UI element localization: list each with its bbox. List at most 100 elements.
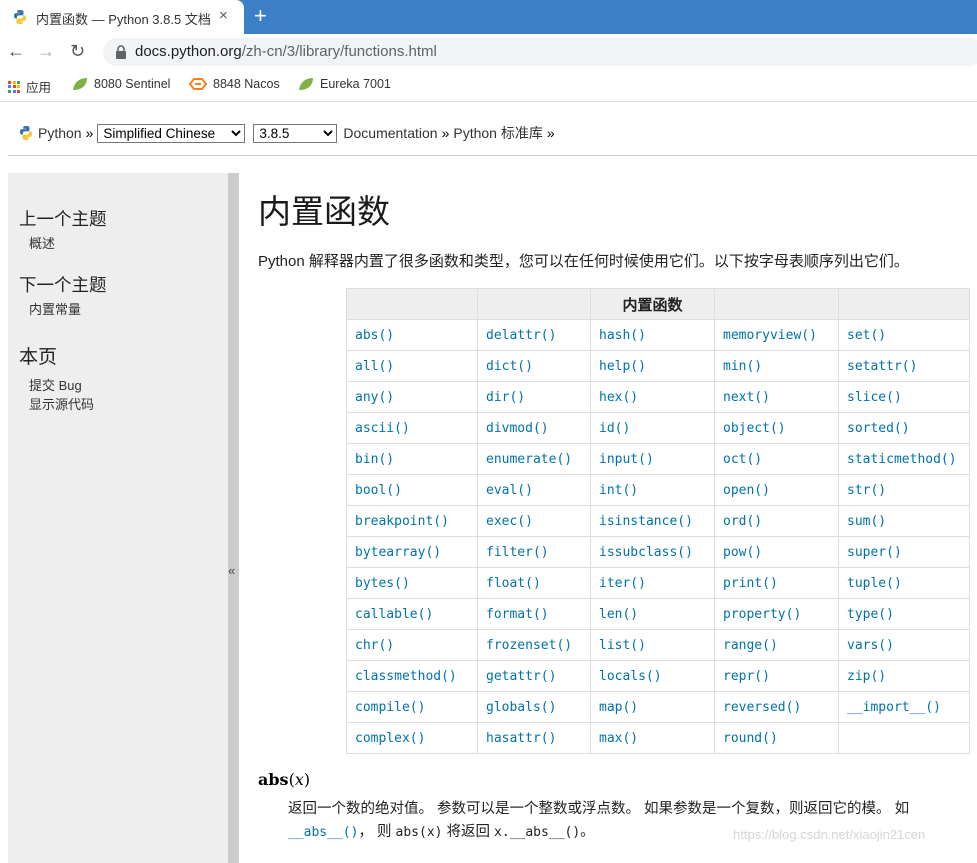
- function-link[interactable]: help(): [590, 350, 715, 382]
- bookmark-eureka[interactable]: Eureka 7001: [298, 77, 391, 91]
- function-link[interactable]: print(): [714, 567, 839, 599]
- function-link[interactable]: hash(): [590, 319, 715, 351]
- sidebar-collapse-button[interactable]: «: [228, 173, 239, 863]
- function-link[interactable]: classmethod(): [346, 660, 478, 692]
- function-link[interactable]: round(): [714, 722, 839, 754]
- function-link[interactable]: ord(): [714, 505, 839, 537]
- function-link[interactable]: reversed(): [714, 691, 839, 723]
- function-link[interactable]: hasattr(): [477, 722, 591, 754]
- close-tab-icon[interactable]: ×: [219, 7, 228, 25]
- function-link[interactable]: format(): [477, 598, 591, 630]
- function-link[interactable]: set(): [838, 319, 970, 351]
- function-link[interactable]: issubclass(): [590, 536, 715, 568]
- function-link[interactable]: dir(): [477, 381, 591, 413]
- browser-tab[interactable]: 内置函数 — Python 3.8.5 文档 ×: [0, 0, 244, 34]
- function-link[interactable]: super(): [838, 536, 970, 568]
- abs-dunder-link[interactable]: __abs__(): [288, 825, 358, 840]
- function-link[interactable]: sorted(): [838, 412, 970, 444]
- function-link[interactable]: vars(): [838, 629, 970, 661]
- function-link[interactable]: all(): [346, 350, 478, 382]
- bookmark-nacos[interactable]: 8848 Nacos: [189, 77, 280, 91]
- page-content: Python » Simplified Chinese 3.8.5 Docume…: [0, 103, 977, 863]
- function-link[interactable]: memoryview(): [714, 319, 839, 351]
- bookmark-sentinel[interactable]: 8080 Sentinel: [72, 77, 170, 91]
- function-link[interactable]: list(): [590, 629, 715, 661]
- next-topic-heading: 下一个主题: [19, 275, 107, 295]
- function-link[interactable]: max(): [590, 722, 715, 754]
- version-select[interactable]: 3.8.5: [253, 123, 338, 143]
- function-link[interactable]: repr(): [714, 660, 839, 692]
- function-link[interactable]: dict(): [477, 350, 591, 382]
- table-row: bin() enumerate() input() oct() staticmethod…: [346, 443, 970, 475]
- function-link[interactable]: pow(): [714, 536, 839, 568]
- function-link[interactable]: bool(): [346, 474, 478, 506]
- function-link[interactable]: id(): [590, 412, 715, 444]
- function-link[interactable]: bytearray(): [346, 536, 478, 568]
- function-link[interactable]: __import__(): [838, 691, 970, 723]
- function-link[interactable]: zip(): [838, 660, 970, 692]
- function-link[interactable]: enumerate(): [477, 443, 591, 475]
- function-link[interactable]: hex(): [590, 381, 715, 413]
- function-link[interactable]: property(): [714, 598, 839, 630]
- function-link[interactable]: globals(): [477, 691, 591, 723]
- breadcrumb-python[interactable]: Python: [38, 125, 82, 141]
- function-link[interactable]: str(): [838, 474, 970, 506]
- function-link[interactable]: open(): [714, 474, 839, 506]
- function-link[interactable]: eval(): [477, 474, 591, 506]
- function-link[interactable]: object(): [714, 412, 839, 444]
- function-link[interactable]: map(): [590, 691, 715, 723]
- function-link[interactable]: bin(): [346, 443, 478, 475]
- function-link[interactable]: compile(): [346, 691, 478, 723]
- function-link[interactable]: frozenset(): [477, 629, 591, 661]
- back-arrow-icon[interactable]: ←: [7, 40, 25, 62]
- function-link[interactable]: filter(): [477, 536, 591, 568]
- new-tab-button[interactable]: +: [254, 3, 267, 29]
- report-bug-link[interactable]: 提交 Bug: [29, 375, 228, 394]
- function-link[interactable]: bytes(): [346, 567, 478, 599]
- function-link[interactable]: getattr(): [477, 660, 591, 692]
- function-link[interactable]: chr(): [346, 629, 478, 661]
- show-source-link[interactable]: 显示源代码: [29, 394, 228, 413]
- function-link[interactable]: slice(): [838, 381, 970, 413]
- function-link[interactable]: isinstance(): [590, 505, 715, 537]
- function-link[interactable]: iter(): [590, 567, 715, 599]
- prev-topic-link[interactable]: 概述: [29, 233, 228, 252]
- table-row: bytearray() filter() issubclass() pow() supe…: [346, 536, 970, 568]
- function-link[interactable]: sum(): [838, 505, 970, 537]
- function-link[interactable]: callable(): [346, 598, 478, 630]
- function-link[interactable]: breakpoint(): [346, 505, 478, 537]
- function-link: [838, 722, 970, 754]
- function-link[interactable]: range(): [714, 629, 839, 661]
- reload-icon[interactable]: ↻: [70, 40, 85, 62]
- function-link[interactable]: ascii(): [346, 412, 478, 444]
- forward-arrow-icon[interactable]: →: [37, 40, 55, 62]
- builtin-functions-table: 内置函数 abs() delattr() hash() memoryview() set…: [346, 288, 970, 754]
- function-link[interactable]: complex(): [346, 722, 478, 754]
- bookmark-apps[interactable]: 应用: [8, 77, 51, 96]
- function-link[interactable]: tuple(): [838, 567, 970, 599]
- function-link[interactable]: divmod(): [477, 412, 591, 444]
- table-row: bytes() float() iter() print() tuple(): [346, 567, 970, 599]
- function-link[interactable]: len(): [590, 598, 715, 630]
- function-link[interactable]: input(): [590, 443, 715, 475]
- function-link[interactable]: delattr(): [477, 319, 591, 351]
- address-bar[interactable]: docs.python.org/zh-cn/3/library/function…: [103, 38, 977, 66]
- function-link[interactable]: type(): [838, 598, 970, 630]
- breadcrumb-documentation[interactable]: Documentation: [343, 125, 437, 141]
- function-link[interactable]: next(): [714, 381, 839, 413]
- function-link[interactable]: oct(): [714, 443, 839, 475]
- function-link[interactable]: int(): [590, 474, 715, 506]
- function-link[interactable]: float(): [477, 567, 591, 599]
- function-link[interactable]: min(): [714, 350, 839, 382]
- function-link[interactable]: setattr(): [838, 350, 970, 382]
- bookmark-label: 8080 Sentinel: [94, 77, 171, 91]
- function-link[interactable]: exec(): [477, 505, 591, 537]
- function-link[interactable]: abs(): [346, 319, 478, 351]
- table-row: complex() hasattr() max() round(): [346, 722, 970, 754]
- language-select[interactable]: Simplified Chinese: [97, 123, 246, 143]
- next-topic-link[interactable]: 内置常量: [29, 299, 228, 318]
- function-link[interactable]: staticmethod(): [838, 443, 970, 475]
- function-link[interactable]: any(): [346, 381, 478, 413]
- breadcrumb-stdlib[interactable]: Python 标准库: [453, 123, 542, 143]
- function-link[interactable]: locals(): [590, 660, 715, 692]
